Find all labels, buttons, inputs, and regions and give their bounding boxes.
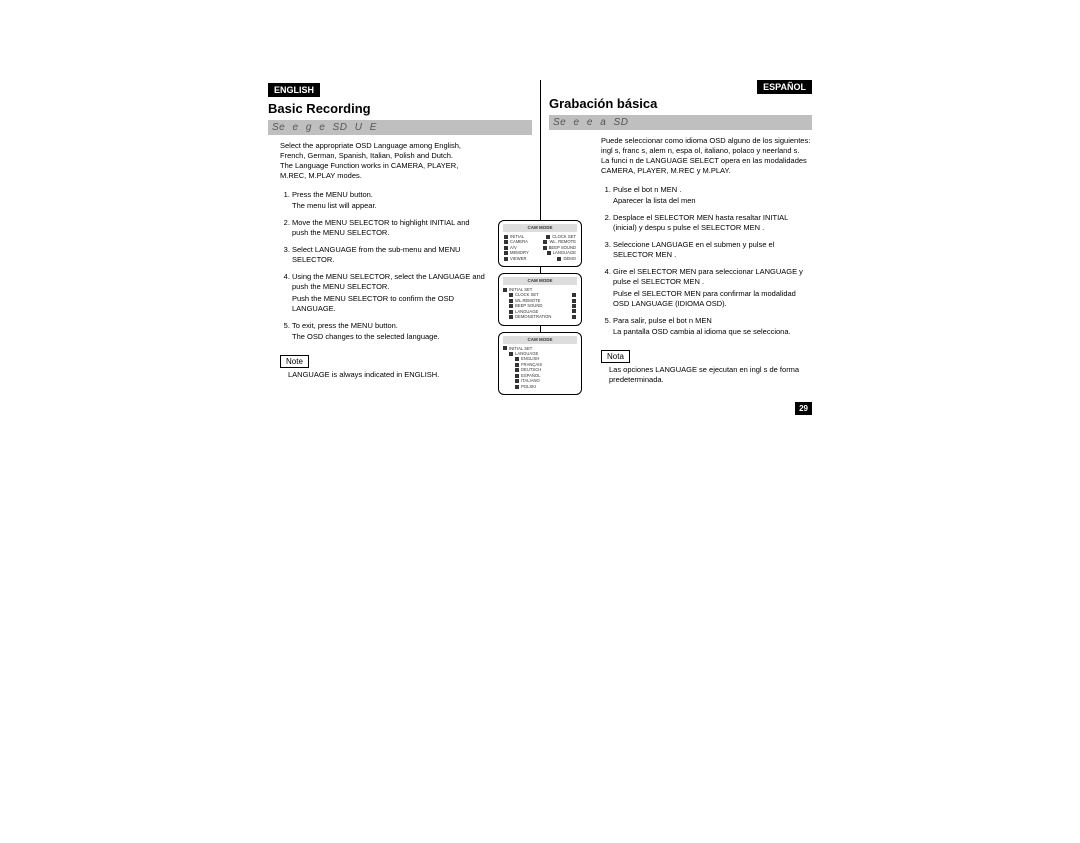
step: Para salir, pulse el bot n MENLa pantall…	[613, 316, 812, 337]
note-text-right: Las opciones LANGUAGE se ejecutan en ing…	[589, 365, 812, 385]
steps-left: Press the MENU button.The menu list will…	[268, 190, 486, 343]
note-label-right: Nota	[601, 350, 630, 363]
osd-screen-2: CAM MODE INITIAL SET CLOCK SET WL.REMOTE…	[498, 273, 582, 326]
title-right: Grabación básica	[549, 96, 812, 111]
lang-tag-english: ENGLISH	[268, 83, 320, 97]
note-text-left: LANGUAGE is always indicated in ENGLISH.	[268, 370, 486, 380]
note-label-left: Note	[280, 355, 309, 368]
page-number: 29	[795, 402, 812, 415]
step: Seleccione LANGUAGE en el submen y pulse…	[613, 240, 812, 260]
step: Gire el SELECTOR MEN para seleccionar LA…	[613, 267, 812, 309]
osd-figures: CAM MODE INITIALCLOCK SET CAMERAWL. REMO…	[498, 220, 582, 401]
steps-right: Pulse el bot n MEN .Aparecer la lista de…	[589, 185, 812, 338]
step: Desplace el SELECTOR MEN hasta resaltar …	[613, 213, 812, 233]
subtitle-left: Se e g e SD U E	[268, 120, 532, 135]
intro-right: Puede seleccionar como idioma OSD alguno…	[589, 130, 812, 181]
title-left: Basic Recording	[268, 101, 532, 116]
intro-left: Select the appropriate OSD Language amon…	[268, 135, 486, 186]
step: To exit, press the MENU button.The OSD c…	[292, 321, 486, 342]
manual-page: ENGLISH Basic Recording Se e g e SD U E …	[268, 80, 812, 385]
step: Select LANGUAGE from the sub-menu and ME…	[292, 245, 486, 265]
step: Using the MENU SELECTOR, select the LANG…	[292, 272, 486, 314]
step: Pulse el bot n MEN .Aparecer la lista de…	[613, 185, 812, 206]
osd-screen-1: CAM MODE INITIALCLOCK SET CAMERAWL. REMO…	[498, 220, 582, 267]
lang-tag-spanish: ESPAÑOL	[757, 80, 812, 94]
osd-screen-3: CAM MODE INITIAL SET LANGUAGE ENGLISH FR…	[498, 332, 582, 395]
subtitle-right: Se e e a SD	[549, 115, 812, 130]
step: Move the MENU SELECTOR to highlight INIT…	[292, 218, 486, 238]
step: Press the MENU button.The menu list will…	[292, 190, 486, 211]
